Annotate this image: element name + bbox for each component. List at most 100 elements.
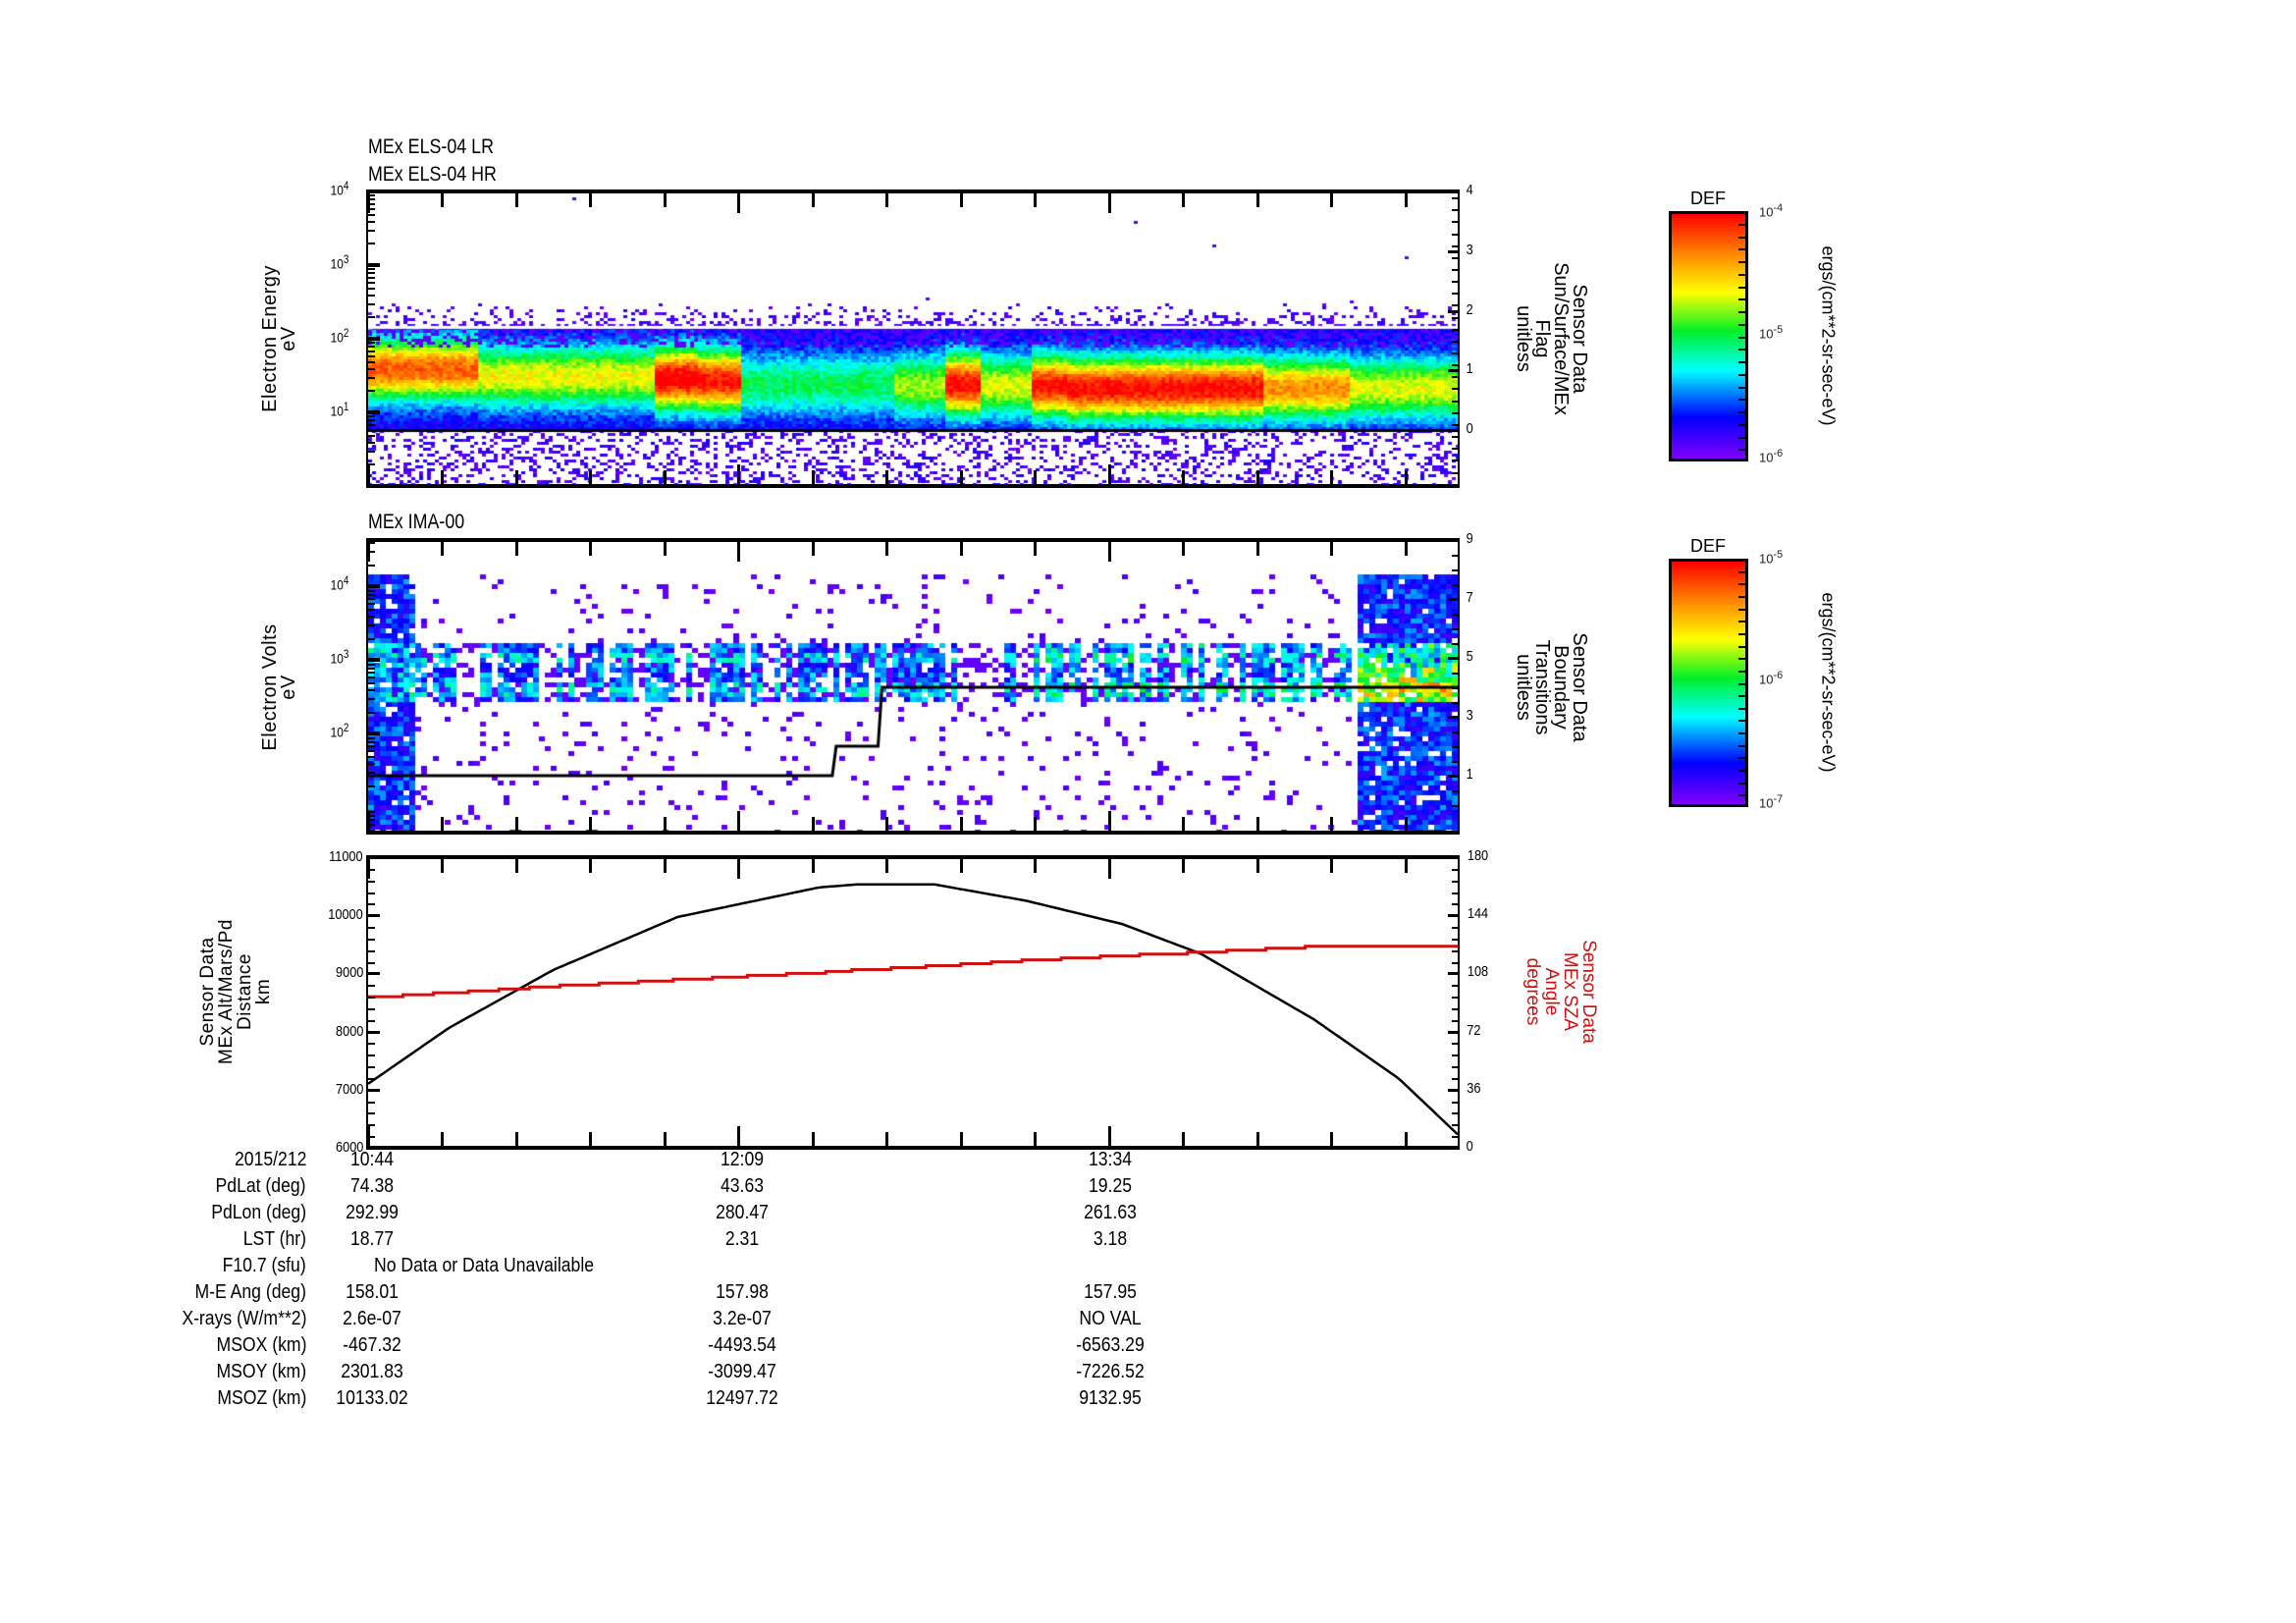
y-tick-label: 9000: [335, 964, 363, 982]
colorbar-tick: [1738, 449, 1745, 451]
colorbar-tick: [1738, 224, 1745, 226]
x-tick-top: [1108, 857, 1111, 879]
colorbar-tick: [1738, 671, 1745, 673]
x-tick-top: [664, 540, 667, 556]
y2-minor-tick: [1452, 352, 1458, 354]
ephemeris-value: 19.25: [1088, 1175, 1133, 1197]
y2-tick-label: 3: [1466, 707, 1473, 724]
ephemeris-note: No Data or Data Unavailable: [374, 1255, 595, 1276]
ephemeris-row-label: LST (hr): [242, 1228, 306, 1250]
ephemeris-value: 157.98: [716, 1281, 769, 1303]
y2-tick-label: 36: [1467, 1079, 1481, 1097]
y-minor-tick: [368, 594, 375, 596]
y-minor-tick: [368, 303, 375, 305]
y-minor-tick: [368, 745, 375, 747]
x-tick-top: [1256, 857, 1259, 873]
y-minor-tick: [368, 1043, 375, 1045]
y2-minor-tick: [1452, 472, 1458, 474]
x-tick-bottom: [1330, 1132, 1333, 1148]
y-minor-tick: [368, 342, 375, 344]
y2-tick-label: 0: [1466, 420, 1473, 437]
y-tick-exponent: 1: [343, 401, 349, 413]
ephemeris-row-label: PdLat (deg): [216, 1175, 306, 1197]
ephemeris-row-label: MSOY (km): [216, 1361, 306, 1382]
x-tick-top: [885, 540, 888, 556]
y-minor-tick: [368, 819, 375, 821]
colorbar-tick: [1738, 261, 1745, 263]
y2-minor-tick: [1452, 555, 1458, 557]
colorbar1-max-exp: -4: [1773, 202, 1784, 214]
y-minor-tick: [368, 268, 375, 270]
y2-minor-tick: [1452, 1055, 1458, 1056]
y-tick-exponent: 4: [343, 574, 349, 588]
x-tick-top: [664, 191, 667, 207]
x-tick-bottom: [589, 1132, 592, 1148]
ephemeris-value: 43.63: [720, 1175, 765, 1197]
y-minor-tick: [368, 668, 375, 670]
colorbar-tick: [1738, 324, 1745, 326]
y-minor-tick: [368, 682, 375, 684]
y-tick-label: 104: [330, 180, 349, 198]
y2-minor-tick: [1452, 903, 1458, 905]
x-tick-bottom: [1182, 1132, 1185, 1148]
y-minor-tick: [368, 214, 375, 216]
x-tick-bottom: [441, 817, 444, 833]
y2-minor-tick: [1452, 221, 1458, 223]
x-tick-bottom: [664, 1132, 667, 1148]
y2-tick-label: 0: [1466, 1138, 1473, 1155]
x-tick-bottom: [1256, 817, 1259, 833]
x-tick-bottom: [1405, 817, 1408, 833]
y-minor-tick: [368, 915, 375, 917]
y-minor-tick: [368, 869, 375, 871]
x-tick-top: [1330, 191, 1333, 207]
colorbar2-max-label: 10-5: [1759, 549, 1784, 567]
y-minor-tick: [368, 741, 375, 743]
x-tick-bottom: [1034, 470, 1037, 486]
y-minor-tick: [368, 1055, 375, 1056]
colorbar-tick: [1738, 596, 1745, 598]
y2-minor-tick: [1452, 317, 1458, 319]
panel3-frame: [366, 855, 1460, 1150]
x-tick-bottom: [812, 1132, 815, 1148]
y-minor-tick: [368, 616, 375, 618]
colorbar1-max-label: 10-4: [1759, 202, 1784, 220]
colorbar-tick: [1738, 298, 1745, 300]
y2-minor-tick: [1452, 209, 1458, 211]
x-tick-top: [589, 540, 592, 556]
y-minor-tick: [368, 243, 375, 244]
y2-minor-tick: [1452, 857, 1458, 859]
ephemeris-value: 2301.83: [341, 1361, 403, 1382]
panel1-ylabel: Electron Energy eV: [259, 265, 299, 412]
y2-minor-tick: [1452, 388, 1458, 390]
y-minor-tick: [368, 208, 375, 210]
y-minor-tick: [368, 451, 375, 453]
x-tick-bottom: [441, 1132, 444, 1148]
x-tick-bottom: [1182, 817, 1185, 833]
colorbar1-mid-label: 10-5: [1759, 324, 1784, 342]
colorbar-tick: [1738, 374, 1745, 376]
x-tick-bottom: [1330, 817, 1333, 833]
x-tick-bottom: [1405, 470, 1408, 486]
y-minor-tick: [368, 198, 375, 200]
y2-minor-tick: [1452, 412, 1458, 414]
x-tick-top: [515, 540, 518, 556]
x-tick-bottom: [960, 817, 963, 833]
ephemeris-value: 9132.95: [1079, 1387, 1142, 1409]
y-minor-tick: [368, 698, 375, 700]
y2-minor-tick: [1452, 281, 1458, 283]
x-tick-bottom: [885, 1132, 888, 1148]
y-minor-tick: [368, 997, 375, 999]
y-minor-tick: [368, 282, 375, 284]
x-tick-top: [1108, 540, 1111, 562]
colorbar-tick: [1738, 274, 1745, 276]
y2-tick-label: 108: [1467, 963, 1489, 981]
x-tick-top: [1405, 540, 1408, 556]
colorbar-tick: [1738, 621, 1745, 622]
y-minor-tick: [368, 429, 375, 431]
ephemeris-value: 74.38: [349, 1175, 395, 1197]
ephemeris-value: -7226.52: [1076, 1361, 1145, 1382]
colorbar-tick: [1738, 337, 1748, 339]
y2-minor-tick: [1452, 790, 1458, 792]
colorbar-tick: [1738, 794, 1745, 796]
colorbar-tick: [1738, 437, 1745, 439]
